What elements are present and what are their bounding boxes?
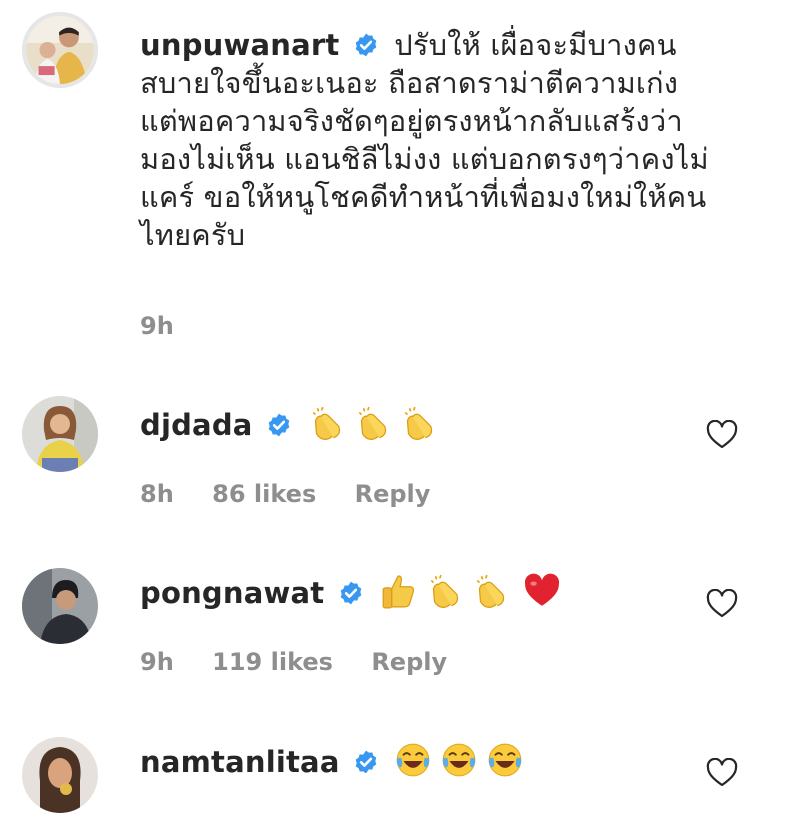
avatar[interactable]	[22, 396, 98, 472]
username[interactable]: unpuwanart	[140, 28, 339, 62]
tears-of-joy-face-icon	[397, 743, 430, 777]
like-heart-icon[interactable]	[706, 589, 738, 619]
red-heart-icon	[525, 573, 560, 606]
verified-badge-icon	[355, 33, 377, 57]
clapping-hands-icon	[476, 574, 505, 608]
comment-text: namtanlitaa	[140, 741, 720, 781]
comment-time: 9h	[140, 648, 174, 676]
avatar[interactable]	[22, 12, 98, 88]
comment-meta: 8h 86 likes Reply	[140, 480, 460, 508]
tears-of-joy-face-icon	[489, 743, 522, 777]
clapping-hands-icon	[405, 406, 433, 440]
username[interactable]: pongnawat	[140, 576, 324, 610]
thumbs-up-icon	[382, 575, 415, 609]
avatar[interactable]	[22, 737, 98, 813]
tears-of-joy-face-icon	[443, 743, 476, 777]
comment-time: 9h	[140, 312, 174, 340]
comment-text: djdada	[140, 404, 720, 444]
comment-text: unpuwanart ปรับให้ เผื่อจะมีบางคนสบายใจข…	[140, 26, 720, 254]
clapping-hands-icon	[359, 406, 387, 440]
comment-text: pongnawat	[140, 572, 720, 612]
like-heart-icon[interactable]	[706, 420, 738, 450]
username[interactable]: djdada	[140, 408, 253, 442]
verified-badge-icon	[340, 581, 362, 605]
reply-button[interactable]: Reply	[371, 648, 447, 676]
comment-meta: 9h 119 likes Reply	[140, 648, 477, 676]
comment-meta: 9h	[140, 312, 204, 340]
clapping-hands-icon	[430, 574, 459, 608]
comment-time: 8h	[140, 480, 174, 508]
verified-badge-icon	[268, 413, 290, 437]
avatar[interactable]	[22, 568, 98, 644]
likes-count[interactable]: 119 likes	[212, 648, 333, 676]
like-heart-icon[interactable]	[706, 758, 738, 788]
verified-badge-icon	[355, 750, 377, 774]
likes-count[interactable]: 86 likes	[212, 480, 316, 508]
username[interactable]: namtanlitaa	[140, 745, 340, 779]
reply-button[interactable]: Reply	[355, 480, 431, 508]
clapping-hands-icon	[313, 406, 341, 440]
